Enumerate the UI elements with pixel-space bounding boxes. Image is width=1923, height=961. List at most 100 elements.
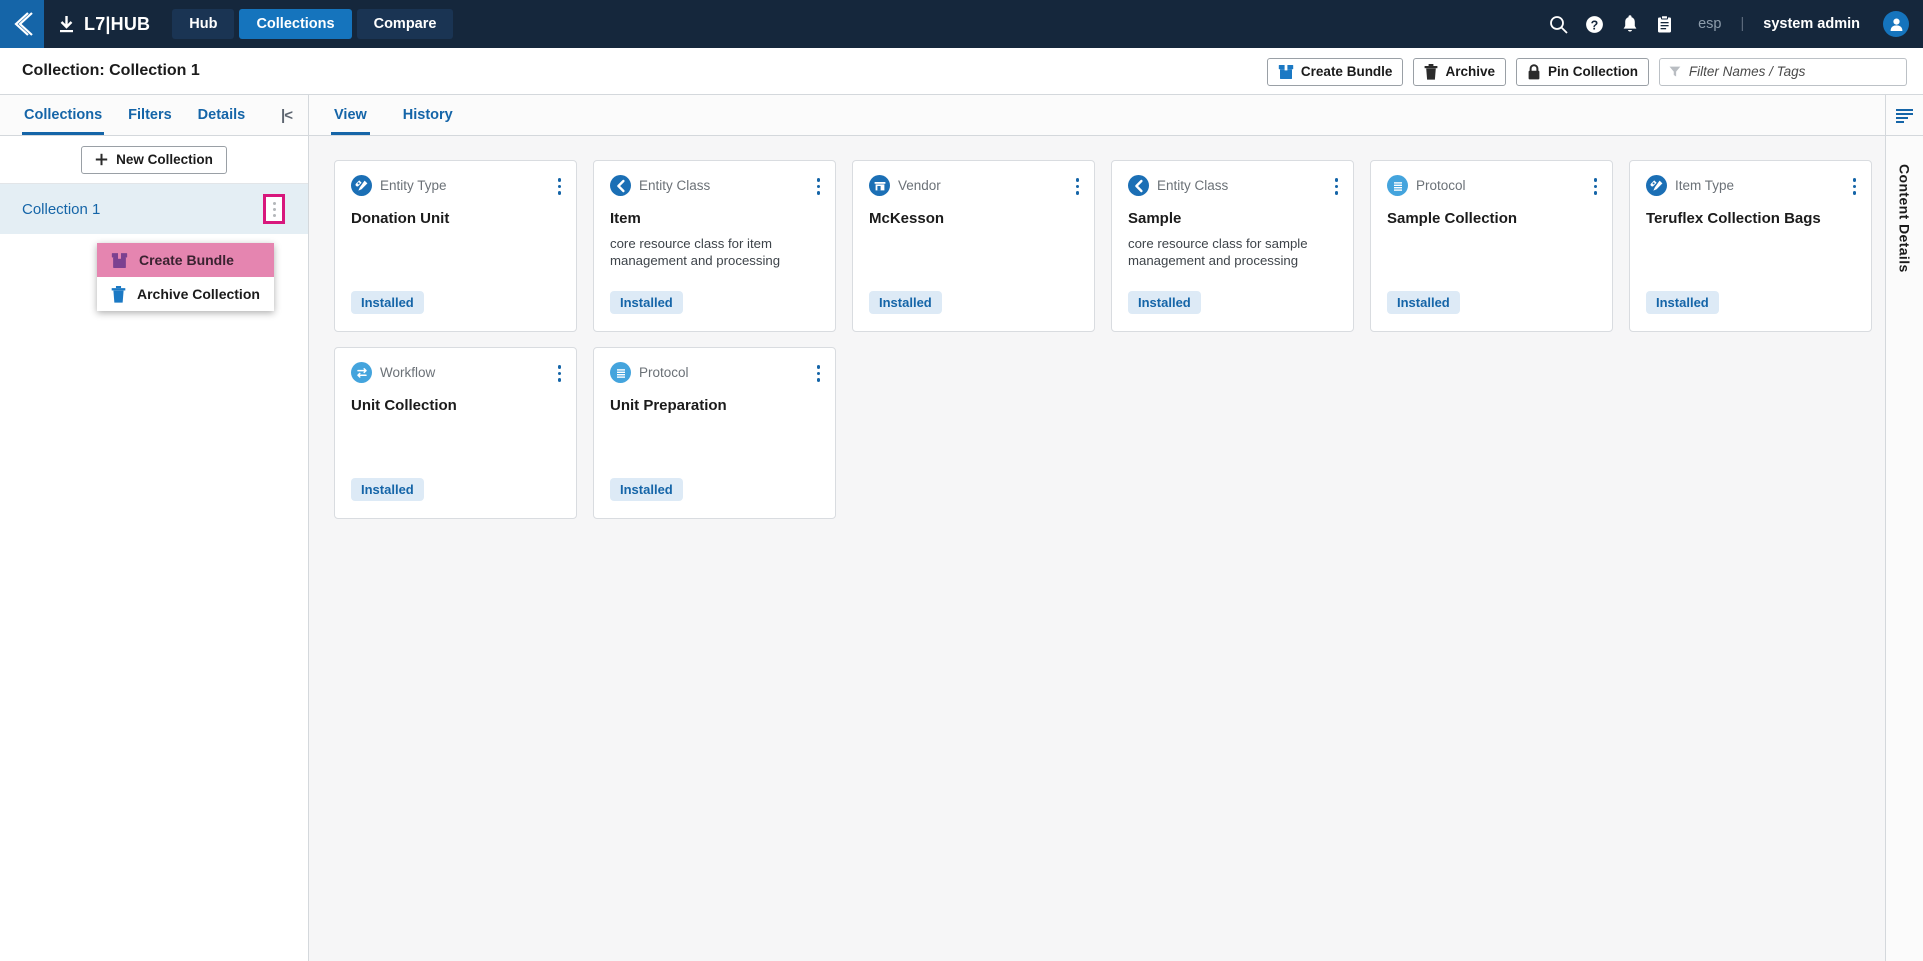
status-badge: Installed: [610, 291, 683, 314]
content-card[interactable]: Entity Class Sample core resource class …: [1111, 160, 1354, 332]
content-card[interactable]: Entity Type Donation Unit Installed: [334, 160, 577, 332]
bundle-box-icon: [1278, 63, 1294, 79]
filter-input[interactable]: [1688, 64, 1897, 79]
card-header: Entity Class: [1128, 175, 1337, 196]
content-details-toggle-button[interactable]: [1886, 95, 1923, 136]
app-logo-button[interactable]: [0, 0, 44, 48]
status-badge: Installed: [869, 291, 942, 314]
chevron-left-circle-icon: [1128, 175, 1149, 196]
card-title: Unit Preparation: [610, 397, 727, 414]
collapse-sidebar-icon[interactable]: |<: [281, 95, 293, 136]
content-details-label: Content Details: [1896, 164, 1913, 273]
new-collection-row: New Collection: [0, 136, 308, 184]
kebab-dot-icon: [272, 213, 276, 217]
collection-kebab-menu-button[interactable]: [263, 194, 285, 224]
user-org-label: esp: [1698, 16, 1722, 32]
context-menu-item-archive-collection[interactable]: Archive Collection: [97, 277, 274, 311]
card-kebab-menu-button[interactable]: [556, 176, 564, 197]
card-type-label: Entity Class: [1157, 178, 1229, 193]
nav-tab-collections[interactable]: Collections: [239, 9, 352, 39]
context-menu-create-bundle-label: Create Bundle: [139, 252, 234, 268]
card-type-label: Vendor: [898, 178, 941, 193]
body-wrapper: Collections Filters Details |< New Colle…: [0, 95, 1923, 961]
user-avatar-icon: [1890, 18, 1902, 31]
sidebar-item-collection-1[interactable]: Collection 1: [0, 184, 308, 234]
right-rail: Content Details: [1885, 95, 1923, 961]
main-tab-list: View History: [309, 95, 1885, 136]
sidebar-tab-filters[interactable]: Filters: [126, 95, 174, 135]
user-name-label: system admin: [1763, 16, 1860, 32]
help-icon[interactable]: ?: [1585, 15, 1604, 34]
main-content: View History Entity Type Donation Unit I…: [309, 95, 1885, 961]
filter-input-wrapper[interactable]: [1659, 57, 1907, 86]
card-title: Sample: [1128, 210, 1182, 227]
funnel-icon: [1669, 66, 1681, 77]
clipboard-icon[interactable]: [1656, 14, 1673, 34]
bundle-box-icon: [111, 251, 128, 268]
avatar[interactable]: [1883, 11, 1909, 37]
cards-grid: Entity Type Donation Unit Installed Enti…: [309, 136, 1885, 961]
status-badge: Installed: [1646, 291, 1719, 314]
document-lines-icon: [1387, 175, 1408, 196]
kebab-dot-icon: [272, 207, 276, 211]
content-card[interactable]: Vendor McKesson Installed: [852, 160, 1095, 332]
content-card[interactable]: Workflow Unit Collection Installed: [334, 347, 577, 519]
status-badge: Installed: [351, 478, 424, 501]
card-title: Unit Collection: [351, 397, 457, 414]
card-description: core resource class for item management …: [610, 235, 781, 269]
card-kebab-menu-button[interactable]: [1851, 176, 1859, 197]
tab-view[interactable]: View: [331, 95, 370, 135]
card-header: Vendor: [869, 175, 1078, 196]
card-title: McKesson: [869, 210, 945, 227]
chevron-left-logo-icon: [14, 12, 33, 36]
notifications-icon[interactable]: [1621, 14, 1639, 34]
content-card[interactable]: Protocol Sample Collection Installed: [1370, 160, 1613, 332]
card-title: Sample Collection: [1387, 210, 1518, 227]
content-card[interactable]: Item Type Teruflex Collection Bags Insta…: [1629, 160, 1872, 332]
card-kebab-menu-button[interactable]: [815, 363, 823, 384]
sub-header-actions: Create Bundle Archive Pin Collection: [1266, 48, 1907, 95]
card-type-label: Workflow: [380, 365, 436, 380]
card-kebab-menu-button[interactable]: [1074, 176, 1082, 197]
tab-history[interactable]: History: [400, 95, 456, 135]
download-icon: [60, 16, 73, 33]
content-card[interactable]: Entity Class Item core resource class fo…: [593, 160, 836, 332]
trash-icon: [1425, 63, 1438, 80]
create-bundle-button[interactable]: Create Bundle: [1266, 57, 1404, 86]
workflow-arrows-icon: [351, 362, 372, 383]
new-collection-button[interactable]: New Collection: [81, 145, 227, 174]
status-badge: Installed: [1128, 291, 1201, 314]
card-header: Item Type: [1646, 175, 1855, 196]
pin-collection-button[interactable]: Pin Collection: [1515, 57, 1649, 86]
search-icon[interactable]: [1549, 15, 1568, 34]
storefront-icon: [869, 175, 890, 196]
page-title: Collection: Collection 1: [22, 62, 200, 79]
sidebar-tab-details[interactable]: Details: [196, 95, 248, 135]
status-badge: Installed: [610, 478, 683, 501]
card-kebab-menu-button[interactable]: [1333, 176, 1341, 197]
collection-context-menu: Create Bundle Archive Collection: [97, 243, 274, 311]
card-kebab-menu-button[interactable]: [556, 363, 564, 384]
nav-tab-compare[interactable]: Compare: [356, 9, 454, 39]
card-header: Entity Type: [351, 175, 560, 196]
content-card[interactable]: Protocol Unit Preparation Installed: [593, 347, 836, 519]
card-kebab-menu-button[interactable]: [815, 176, 823, 197]
card-title: Donation Unit: [351, 210, 450, 227]
context-menu-archive-collection-label: Archive Collection: [137, 286, 260, 302]
context-menu-item-create-bundle[interactable]: Create Bundle: [97, 243, 274, 277]
card-kebab-menu-button[interactable]: [1592, 176, 1600, 197]
trash-icon: [111, 285, 126, 303]
create-bundle-label: Create Bundle: [1300, 64, 1393, 79]
card-type-label: Entity Class: [639, 178, 711, 193]
card-type-label: Protocol: [639, 365, 689, 380]
nav-separator: |: [1740, 16, 1745, 32]
card-type-label: Item Type: [1675, 178, 1735, 193]
chevron-left-circle-icon: [610, 175, 631, 196]
card-header: Protocol: [1387, 175, 1596, 196]
status-badge: Installed: [351, 291, 424, 314]
nav-tab-hub[interactable]: Hub: [172, 9, 235, 39]
new-collection-label: New Collection: [116, 152, 213, 167]
archive-button[interactable]: Archive: [1413, 57, 1506, 86]
sidebar-tab-collections[interactable]: Collections: [22, 95, 105, 135]
content-details-lines-icon: [1896, 108, 1913, 123]
